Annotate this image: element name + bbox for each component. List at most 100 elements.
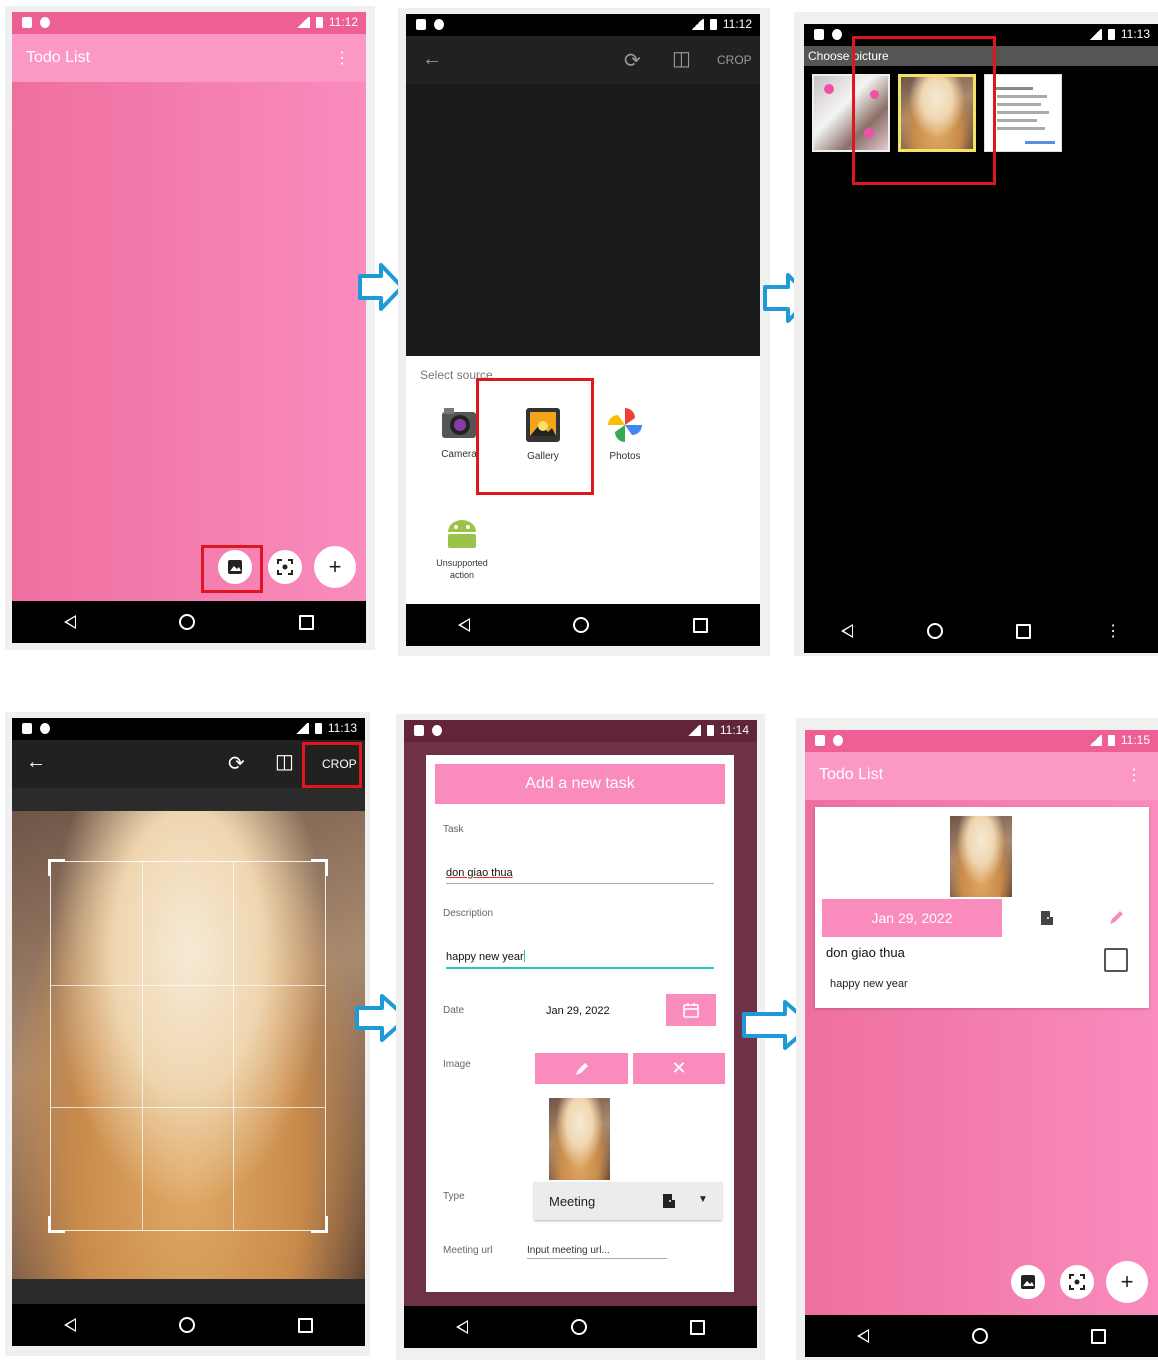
- back-icon[interactable]: [840, 624, 853, 638]
- status-bar: 11:13: [12, 718, 365, 740]
- overflow-menu-icon[interactable]: ⋮: [1126, 765, 1142, 785]
- task-done-checkbox[interactable]: [1104, 948, 1128, 972]
- task-title: don giao thua: [826, 945, 905, 960]
- app-bar: Todo List ⋮: [12, 34, 366, 82]
- back-arrow-icon[interactable]: ←: [422, 48, 442, 71]
- back-icon[interactable]: [63, 1318, 76, 1332]
- clock: 11:14: [719, 723, 749, 737]
- calendar-icon: [683, 1003, 699, 1018]
- source-label: Unsupported action: [436, 558, 488, 580]
- nav-bar: ⋮: [804, 609, 1158, 653]
- home-icon[interactable]: [926, 623, 943, 639]
- camera-icon: [442, 408, 476, 438]
- image-label: Image: [443, 1059, 471, 1070]
- task-input[interactable]: don giao thua: [446, 863, 714, 884]
- image-icon: [1021, 1275, 1035, 1289]
- crop-frame[interactable]: [48, 859, 328, 1233]
- flip-icon[interactable]: ◫: [275, 749, 294, 774]
- back-icon[interactable]: [856, 1329, 869, 1343]
- meeting-url-input[interactable]: Input meeting url...: [527, 1240, 667, 1259]
- date-value: Jan 29, 2022: [546, 1005, 610, 1017]
- nav-bar: [805, 1315, 1158, 1357]
- status-bar: 11:14: [404, 720, 757, 742]
- flip-icon[interactable]: ◫: [672, 46, 691, 71]
- add-task-dialog: Add a new task Task don giao thua Descri…: [426, 755, 734, 1292]
- recents-icon[interactable]: [693, 617, 709, 633]
- app-bar: Todo List ⋮: [805, 752, 1158, 800]
- signal-icon: [1087, 28, 1102, 40]
- type-select-value: Meeting: [549, 1194, 596, 1209]
- battery-icon: [315, 16, 323, 28]
- signal-icon: [1087, 734, 1102, 746]
- add-task-fab[interactable]: +: [1106, 1261, 1148, 1303]
- battery-icon: [1107, 28, 1115, 40]
- pencil-icon: [575, 1062, 588, 1075]
- rotate-icon[interactable]: ⟳: [228, 751, 245, 776]
- home-icon[interactable]: [179, 614, 196, 630]
- nav-bar: [406, 604, 760, 646]
- back-icon[interactable]: [457, 618, 470, 632]
- highlight-gallery-source: [476, 378, 594, 495]
- nav-bar: [12, 1304, 365, 1346]
- crop-button[interactable]: CROP: [717, 53, 752, 67]
- task-date-badge: Jan 29, 2022: [822, 899, 1002, 937]
- description-input-value: happy new year: [446, 951, 524, 963]
- signal-icon: [295, 16, 310, 28]
- gallery-fab[interactable]: [1011, 1265, 1045, 1299]
- battery-icon: [706, 724, 714, 736]
- edit-pencil-icon[interactable]: [1108, 909, 1126, 927]
- clock: 11:12: [328, 15, 358, 29]
- app-title: Todo List: [819, 766, 884, 783]
- status-bar: 11:15: [805, 730, 1158, 752]
- scan-fab[interactable]: [1060, 1265, 1094, 1299]
- recents-icon[interactable]: [299, 614, 315, 630]
- screen-todo-empty: 11:12 Todo List ⋮ +: [12, 12, 366, 643]
- type-select[interactable]: Meeting ▼: [534, 1182, 722, 1220]
- overflow-menu-icon[interactable]: ⋮: [1105, 621, 1121, 641]
- overflow-menu-icon[interactable]: ⋮: [334, 48, 350, 68]
- type-label: Type: [443, 1191, 465, 1202]
- description-label: Description: [443, 908, 494, 919]
- home-icon[interactable]: [178, 1317, 195, 1333]
- battery-icon: [1107, 734, 1115, 746]
- edit-image-button[interactable]: [535, 1053, 628, 1084]
- task-input-value: don giao thua: [446, 867, 513, 879]
- plus-icon: +: [1120, 1269, 1134, 1294]
- date-picker-button[interactable]: [666, 994, 716, 1026]
- source-unsupported[interactable]: Unsupported action: [428, 512, 496, 592]
- signal-icon: [294, 722, 309, 734]
- task-card[interactable]: Jan 29, 2022 don giao thua happy new yea…: [815, 807, 1149, 1008]
- description-input[interactable]: happy new year: [446, 947, 714, 969]
- back-icon[interactable]: [63, 615, 76, 629]
- android-icon: [448, 520, 476, 548]
- back-arrow-icon[interactable]: ←: [26, 751, 46, 774]
- rotate-icon[interactable]: ⟳: [624, 48, 641, 73]
- nav-bar: [404, 1306, 757, 1348]
- photos-pinwheel-icon: [608, 408, 642, 442]
- home-icon[interactable]: [971, 1328, 988, 1344]
- task-image-preview: [549, 1098, 610, 1180]
- home-icon[interactable]: [570, 1319, 587, 1335]
- screen-todo-with-task: 11:15 Todo List ⋮ Jan 29, 2022 don giao …: [805, 730, 1158, 1357]
- clock: 11:13: [327, 721, 357, 735]
- dropdown-icon: ▼: [698, 1194, 708, 1205]
- status-bar: 11:12: [12, 12, 366, 34]
- recents-icon[interactable]: [1016, 623, 1032, 639]
- home-icon[interactable]: [573, 617, 590, 633]
- recents-icon[interactable]: [690, 1319, 706, 1335]
- back-icon[interactable]: [455, 1320, 468, 1334]
- remove-image-button[interactable]: ✕: [633, 1053, 725, 1084]
- add-task-fab[interactable]: +: [314, 546, 356, 588]
- recents-icon[interactable]: [298, 1317, 314, 1333]
- recents-icon[interactable]: [1091, 1328, 1107, 1344]
- signal-icon: [689, 18, 704, 30]
- door-icon: [1041, 911, 1053, 925]
- battery-icon: [314, 722, 322, 734]
- dialog-header: Add a new task: [435, 764, 725, 804]
- clock: 11:13: [1120, 27, 1150, 41]
- scan-fab[interactable]: [268, 550, 302, 584]
- meeting-url-label: Meeting url: [443, 1245, 493, 1256]
- source-photos[interactable]: Photos: [594, 406, 656, 476]
- highlight-gallery-fab: [201, 545, 263, 593]
- battery-icon: [709, 18, 717, 30]
